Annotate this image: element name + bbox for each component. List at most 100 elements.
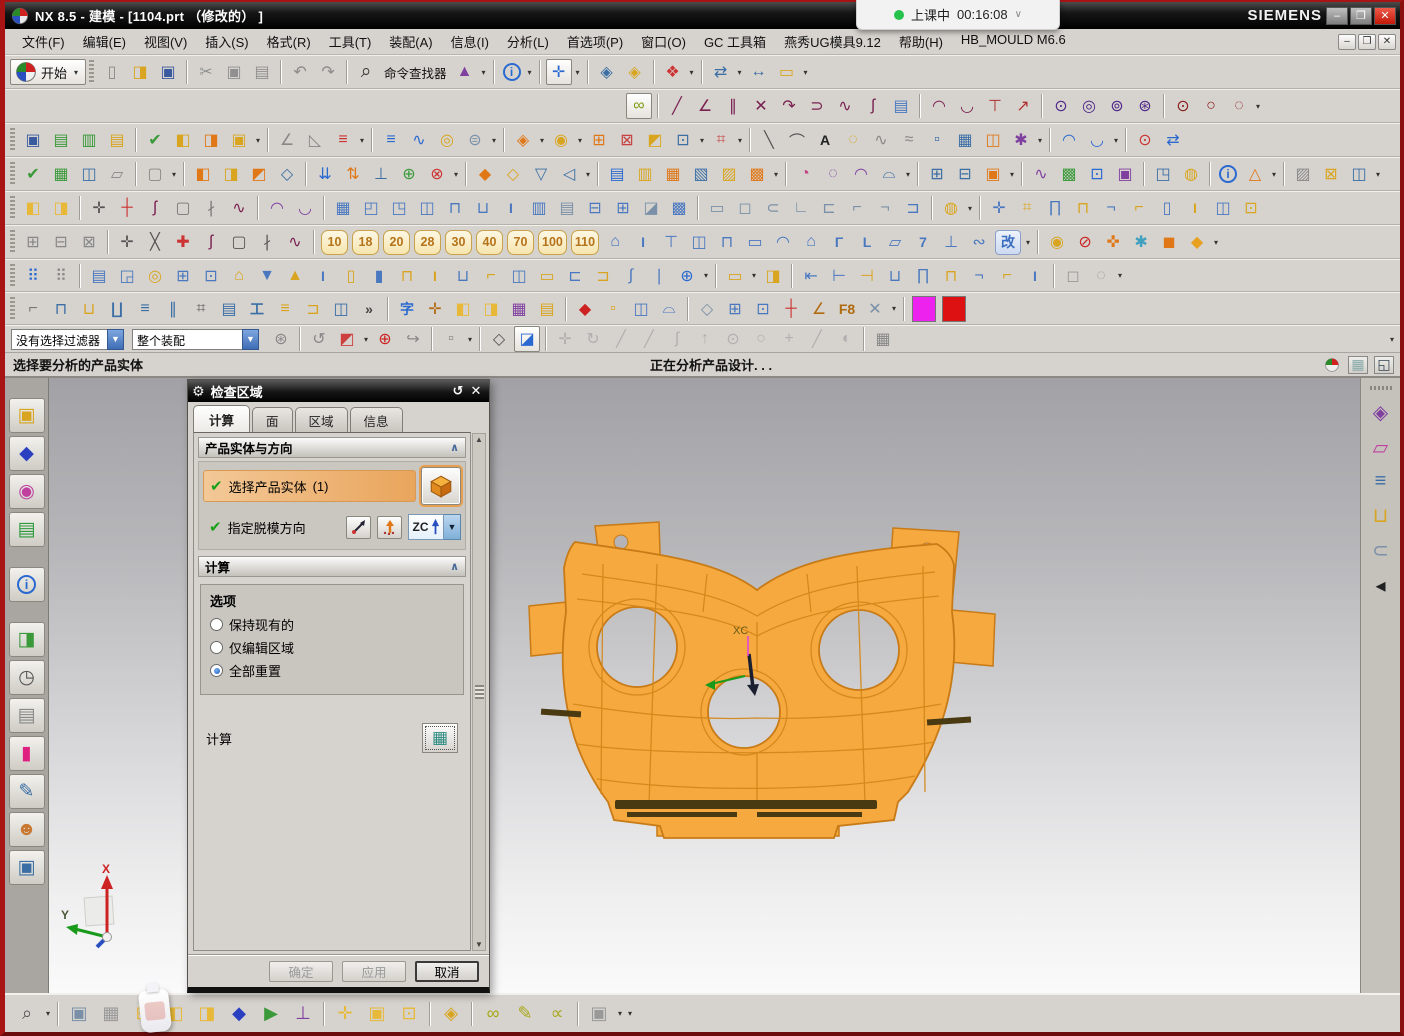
toolbar-icon[interactable]: ✎	[510, 1001, 540, 1027]
menu-10[interactable]: 窗口(O)	[632, 29, 695, 54]
toolbar-icon[interactable]: ⌗	[1014, 195, 1040, 221]
toolbar-icon[interactable]: ⊙	[1048, 93, 1074, 119]
drag-handle[interactable]	[10, 162, 15, 186]
toolbar-icon[interactable]: ⊔	[450, 263, 476, 289]
toolbar-icon[interactable]: ▭	[774, 59, 800, 85]
toolbar-icon[interactable]: ◻	[1060, 263, 1086, 289]
toolbar-icon[interactable]: ⊏	[816, 195, 842, 221]
toolbar-icon[interactable]: ▩	[1056, 161, 1082, 187]
toolbar-icon[interactable]: ◫	[76, 161, 102, 187]
toolbar-icon[interactable]: ◨	[48, 195, 74, 221]
chevron-down-icon[interactable]: ▾	[525, 68, 535, 77]
toolbar-text-icon-F8[interactable]: F8	[834, 296, 860, 322]
toolbar-icon[interactable]: ⌐	[844, 195, 870, 221]
chevron-down-icon[interactable]: ▾	[583, 170, 593, 179]
radio-circle-icon[interactable]	[210, 618, 223, 631]
toolbar-icon[interactable]: ▢	[226, 229, 252, 255]
toolbar-icon[interactable]: ⊡	[198, 263, 224, 289]
start-button[interactable]: 开始 ▾	[10, 59, 86, 85]
chevron-down-icon[interactable]: ▾	[687, 68, 697, 77]
vector-dialog-button[interactable]	[346, 516, 371, 539]
toolbar-icon[interactable]: ⊐	[900, 195, 926, 221]
radio-option[interactable]: 仅编辑区域	[210, 638, 454, 657]
toolbar-icon[interactable]: ✔	[20, 161, 46, 187]
maximize-view-button[interactable]: ◱	[1374, 356, 1394, 374]
toolbar-icon[interactable]: ▤	[534, 296, 560, 322]
toolbar-icon[interactable]: ⊙	[1132, 127, 1158, 153]
toolbar-text-icon-工[interactable]: 工	[244, 296, 270, 322]
toolbar-icon[interactable]: ▣	[155, 59, 181, 85]
cylinder-icon[interactable]: ⊔	[1373, 503, 1389, 528]
chevron-down-icon[interactable]: ▾	[573, 68, 583, 77]
toolbar-icon[interactable]: ◁	[556, 161, 582, 187]
dialog-tab-计算[interactable]: 计算	[193, 405, 250, 432]
toolbar-icon[interactable]: ◩	[334, 326, 360, 352]
toolbar-icon[interactable]: ▣	[980, 161, 1006, 187]
toolbar-icon[interactable]: ⊡	[1084, 161, 1110, 187]
toolbar-icon[interactable]: ✜	[1100, 229, 1126, 255]
toolbar-icon[interactable]: ⊘	[1072, 229, 1098, 255]
chevron-down-icon[interactable]: ∨	[1015, 9, 1022, 20]
toolbar-icon[interactable]: ◠	[770, 229, 796, 255]
windows-icon[interactable]: ▣	[9, 850, 45, 885]
toolbar-icon[interactable]: ✕	[748, 93, 774, 119]
toolbar-icon[interactable]: ╱	[608, 326, 634, 352]
collapse-chevron-icon[interactable]: ∧	[450, 560, 459, 573]
toolbar-icon[interactable]: ∝	[542, 1001, 572, 1027]
sheet-icon[interactable]: ▱	[1373, 435, 1388, 460]
toolbar-icon[interactable]: ∞	[626, 93, 652, 119]
toolbar-icon[interactable]: ⊟	[48, 229, 74, 255]
toolbar-icon[interactable]: ◨	[478, 296, 504, 322]
palette-icon[interactable]: ▤	[9, 698, 45, 733]
toolbar-icon[interactable]: ◈	[510, 127, 536, 153]
toolbar-icon[interactable]: ↑	[692, 326, 718, 352]
ok-button[interactable]: 确定	[269, 961, 333, 982]
toolbar-icon[interactable]: ⊕	[372, 326, 398, 352]
toolbar-icon[interactable]: ◫	[506, 263, 532, 289]
toolbar-icon[interactable]: ▫	[600, 296, 626, 322]
scroll-grip[interactable]	[475, 685, 484, 699]
toolbar-text-icon-I[interactable]: I	[422, 263, 448, 289]
toolbar-icon[interactable]: ⇤	[798, 263, 824, 289]
toolbar-icon[interactable]: ↪	[400, 326, 426, 352]
toolbar-icon[interactable]: ⌓	[656, 296, 682, 322]
drag-handle[interactable]	[10, 196, 15, 220]
chevron-down-icon[interactable]: ▾	[253, 136, 263, 145]
toolbar-icon[interactable]: ⌂	[226, 263, 252, 289]
toolbar-icon[interactable]: ◡	[1084, 127, 1110, 153]
collapse-arrow-icon[interactable]: ◂	[1375, 573, 1385, 598]
toolbar-icon[interactable]: ⊟	[582, 195, 608, 221]
toolbar-icon[interactable]: ✱	[1008, 127, 1034, 153]
toolbar-icon[interactable]: ⊓	[442, 195, 468, 221]
toolbar-icon[interactable]: ∿	[282, 229, 308, 255]
toolbar-icon[interactable]: ◨	[127, 59, 153, 85]
toolbar-icon[interactable]: ∣	[646, 263, 672, 289]
toolbar-icon[interactable]: ⊓	[1070, 195, 1096, 221]
chevron-down-icon[interactable]: ▾	[1115, 271, 1125, 280]
toolbar-icon[interactable]: ▯	[99, 59, 125, 85]
toolbar-text-icon-I[interactable]: I	[1182, 195, 1208, 221]
radio-circle-icon[interactable]	[210, 664, 223, 677]
toolbar-icon[interactable]: ▤	[48, 127, 74, 153]
toolbar-icon[interactable]: ≡	[330, 127, 356, 153]
toolbar-icon[interactable]: ◎	[1076, 93, 1102, 119]
toolbar-icon[interactable]: ▣	[362, 1001, 392, 1027]
toolbar-icon[interactable]: ▦	[96, 1001, 126, 1027]
visualization-icon[interactable]: ▮	[9, 736, 45, 771]
toolbar-icon[interactable]: ▤	[216, 296, 242, 322]
radio-circle-icon[interactable]	[210, 641, 223, 654]
group-product-solid-direction[interactable]: 产品实体与方向 ∧	[198, 437, 466, 458]
toolbar-icon[interactable]: ▣	[221, 59, 247, 85]
radio-option[interactable]: 全部重置	[210, 661, 454, 680]
toolbar-icon[interactable]: ◎	[142, 263, 168, 289]
toolbar-icon[interactable]: ∿	[1028, 161, 1054, 187]
dialog-reset-icon[interactable]: ↺	[449, 383, 467, 399]
toolbar-icon[interactable]: ◻	[732, 195, 758, 221]
mold-base-size-button-100[interactable]: 100	[538, 230, 567, 255]
chevron-down-icon[interactable]: ▾	[357, 136, 367, 145]
chevron-down-icon[interactable]: ▾	[735, 68, 745, 77]
toolbar-icon[interactable]: ∤	[254, 229, 280, 255]
toolbar-icon[interactable]: ⊛	[268, 326, 294, 352]
toolbar-icon[interactable]: ◧	[170, 127, 196, 153]
toolbar-icon[interactable]: ⊓	[714, 229, 740, 255]
